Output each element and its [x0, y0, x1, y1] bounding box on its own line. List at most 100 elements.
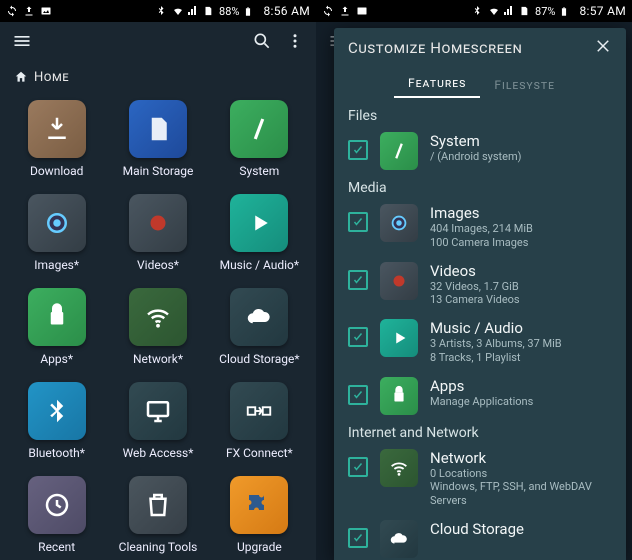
sync-icon: [6, 5, 18, 17]
sheet-title: Customize Homescreen: [348, 39, 522, 57]
tile-cleaning-tools[interactable]: Cleaning Tools: [111, 476, 204, 554]
trash-icon: [129, 476, 187, 534]
list-item[interactable]: Images 404 Images, 214 MiB100 Camera Ima…: [334, 198, 626, 256]
home-grid: Download Main Storage System Images* Vid…: [0, 90, 316, 554]
tile-label: Network*: [133, 352, 183, 366]
tile-label: Download: [30, 164, 83, 178]
tile-main-storage[interactable]: Main Storage: [111, 100, 204, 178]
tab-filesystem[interactable]: Filesyste: [480, 72, 569, 98]
android-icon: [28, 288, 86, 346]
cloud-icon: [380, 520, 418, 558]
checkbox[interactable]: [348, 385, 368, 405]
breadcrumb[interactable]: Home: [0, 64, 316, 90]
camera-icon: [380, 204, 418, 242]
sdcard-icon: [129, 100, 187, 158]
tile-music-audio[interactable]: Music / Audio*: [213, 194, 306, 272]
tile-label: Videos*: [137, 258, 179, 272]
tile-recent[interactable]: Recent: [10, 476, 103, 554]
bluetooth-icon: [155, 5, 167, 17]
tile-network[interactable]: Network*: [111, 288, 204, 366]
sheet-body[interactable]: Files System / (Android system) Media Im…: [334, 98, 626, 560]
item-subtitle: 404 Images, 214 MiB100 Camera Images: [430, 222, 533, 250]
tile-bluetooth[interactable]: Bluetooth*: [10, 382, 103, 460]
record-icon: [380, 262, 418, 300]
checkbox[interactable]: [348, 212, 368, 232]
tile-system[interactable]: System: [213, 100, 306, 178]
play-icon: [230, 194, 288, 252]
bluetooth-icon: [471, 5, 483, 17]
list-item[interactable]: Music / Audio 3 Artists, 3 Albums, 37 Mi…: [334, 313, 626, 371]
tile-apps[interactable]: Apps*: [10, 288, 103, 366]
checkbox[interactable]: [348, 457, 368, 477]
sdcard-icon: [203, 5, 215, 17]
item-subtitle: 3 Artists, 3 Albums, 37 MiB8 Tracks, 1 P…: [430, 337, 562, 365]
tile-download[interactable]: Download: [10, 100, 103, 178]
wifi-icon: [380, 449, 418, 487]
checkbox[interactable]: [348, 327, 368, 347]
play-icon: [380, 319, 418, 357]
menu-button[interactable]: [12, 31, 32, 55]
close-button[interactable]: [594, 37, 612, 59]
cloud-icon: [230, 288, 288, 346]
overflow-button[interactable]: [286, 31, 304, 55]
tile-videos[interactable]: Videos*: [111, 194, 204, 272]
list-item[interactable]: Videos 32 Videos, 1.7 GiB13 Camera Video…: [334, 256, 626, 314]
breadcrumb-label: Home: [34, 70, 69, 85]
item-subtitle: Manage Applications: [430, 395, 533, 409]
list-item[interactable]: Cloud Storage: [334, 514, 626, 560]
tile-label: Recent: [38, 540, 75, 554]
status-bar: 88% 8:56 AM: [0, 0, 316, 22]
tile-label: Bluetooth*: [28, 446, 85, 460]
tile-label: Upgrade: [237, 540, 282, 554]
sheet-tabs: Features Filesyste: [334, 68, 626, 98]
picture-icon: [356, 5, 368, 17]
tile-fx-connect[interactable]: FX Connect*: [213, 382, 306, 460]
download-icon: [28, 100, 86, 158]
sync-icon: [322, 5, 334, 17]
tile-label: Images*: [34, 258, 79, 272]
checkbox[interactable]: [348, 528, 368, 548]
checkbox[interactable]: [348, 140, 368, 160]
clock-text: 8:56 AM: [263, 4, 310, 18]
section-label: Media: [334, 176, 626, 198]
home-icon: [14, 70, 28, 84]
clock-text: 8:57 AM: [579, 4, 626, 18]
android-icon: [380, 377, 418, 415]
tile-label: Cleaning Tools: [119, 540, 198, 554]
battery-percent: 88%: [219, 5, 239, 18]
picture-icon: [40, 5, 52, 17]
list-item[interactable]: Apps Manage Applications: [334, 371, 626, 421]
phone-right: 87% 8:57 AM Customize Homescreen Feature…: [316, 0, 632, 560]
phone-left: 88% 8:56 AM Home Download Main Storage S…: [0, 0, 316, 560]
connect-icon: [230, 382, 288, 440]
item-title: Images: [430, 204, 533, 222]
item-title: Apps: [430, 377, 533, 395]
status-bar: 87% 8:57 AM: [316, 0, 632, 22]
checkbox[interactable]: [348, 270, 368, 290]
item-subtitle: / (Android system): [430, 150, 521, 164]
section-label: Internet and Network: [334, 421, 626, 443]
customize-sheet: Customize Homescreen Features Filesyste …: [334, 28, 626, 560]
app-bar: [0, 22, 316, 64]
item-title: Cloud Storage: [430, 520, 524, 538]
slash-icon: [380, 132, 418, 170]
wifi-icon: [129, 288, 187, 346]
signal-icon: [503, 5, 515, 17]
list-item[interactable]: System / (Android system): [334, 126, 626, 176]
tile-cloud-storage[interactable]: Cloud Storage*: [213, 288, 306, 366]
tile-images[interactable]: Images*: [10, 194, 103, 272]
item-subtitle: 0 LocationsWindows, FTP, SSH, and WebDAV…: [430, 467, 616, 508]
tab-features[interactable]: Features: [394, 70, 480, 98]
puzzle-icon: [230, 476, 288, 534]
tile-label: System: [239, 164, 279, 178]
camera-icon: [28, 194, 86, 252]
sdcard-icon: [519, 5, 531, 17]
list-item[interactable]: Network 0 LocationsWindows, FTP, SSH, an…: [334, 443, 626, 514]
upload-icon: [23, 5, 35, 17]
tile-upgrade[interactable]: Upgrade: [213, 476, 306, 554]
tile-web-access[interactable]: Web Access*: [111, 382, 204, 460]
search-button[interactable]: [252, 31, 272, 55]
bluetooth-icon: [28, 382, 86, 440]
slash-icon: [230, 100, 288, 158]
tile-label: Apps*: [40, 352, 73, 366]
